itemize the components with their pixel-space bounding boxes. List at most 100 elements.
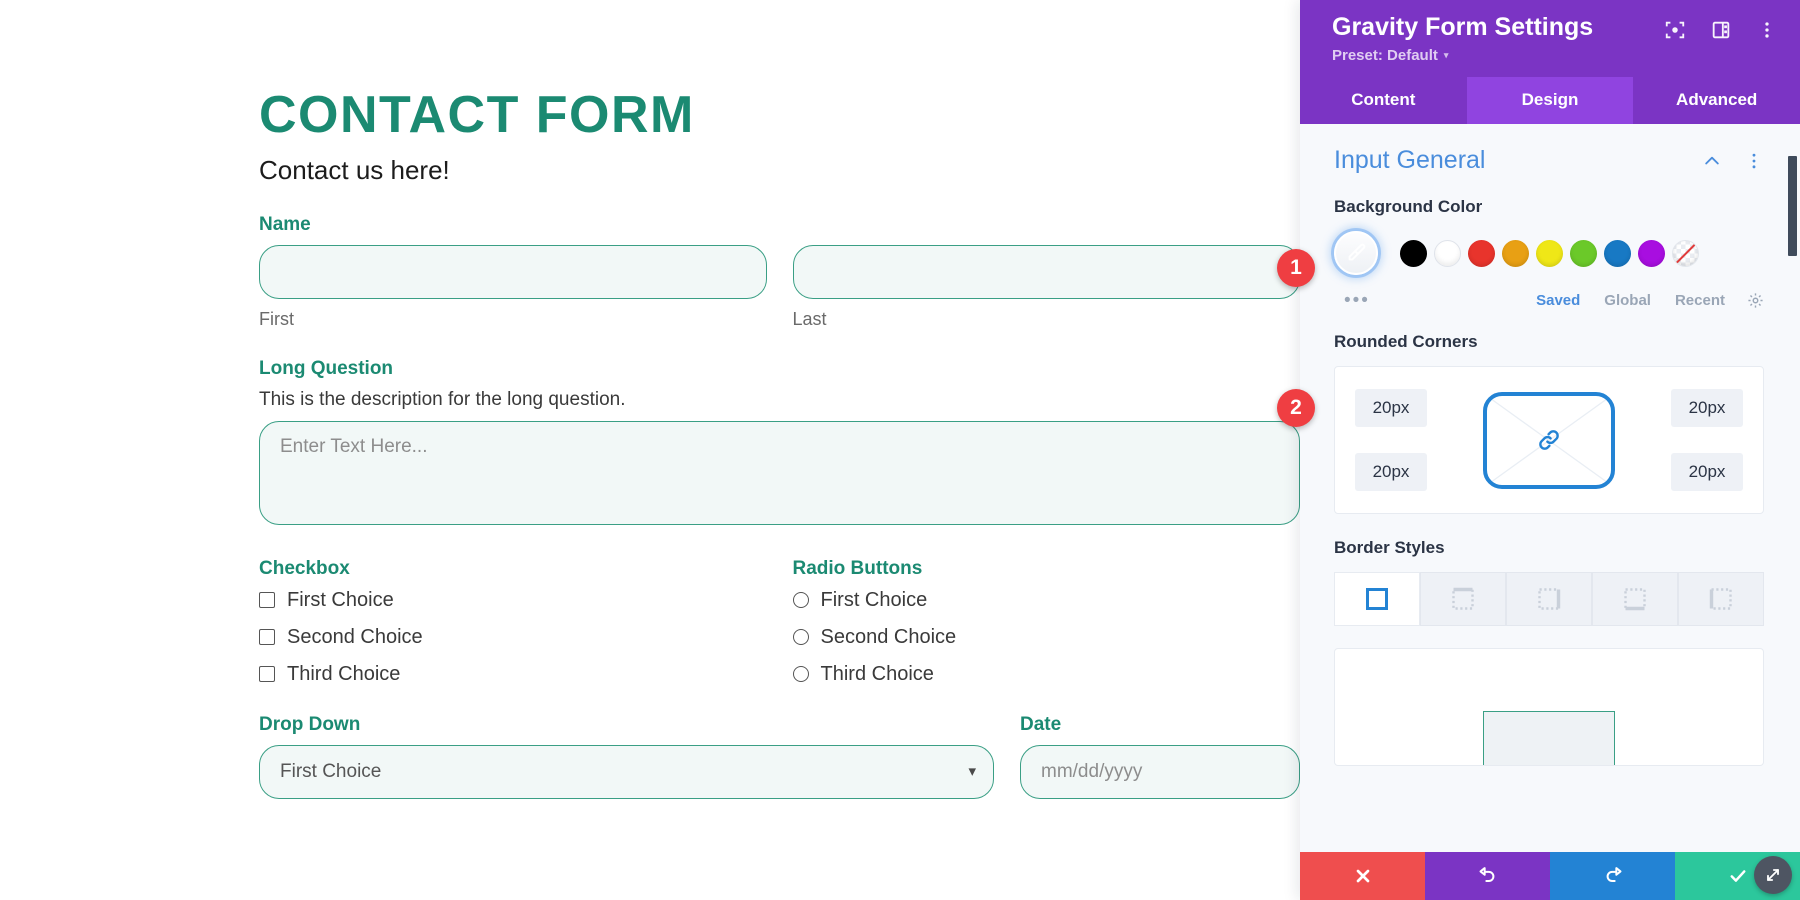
top-border-icon	[1452, 588, 1474, 610]
border-styles-label: Border Styles	[1334, 538, 1445, 558]
border-style-right[interactable]	[1506, 572, 1592, 627]
last-name-input[interactable]	[792, 244, 1300, 299]
field-name: Name First Last	[259, 214, 1300, 330]
panel-tabs: Content Design Advanced	[1300, 77, 1800, 125]
field-label-name: Name	[259, 213, 311, 235]
undo-button[interactable]	[1425, 852, 1550, 900]
swatch-green[interactable]	[1570, 239, 1597, 267]
palette-tab-saved[interactable]: Saved	[1536, 292, 1580, 309]
tab-design[interactable]: Design	[1466, 77, 1634, 125]
corner-bottom-left-input[interactable]: 20px	[1355, 453, 1427, 492]
border-style-bottom[interactable]	[1592, 572, 1678, 627]
radio-option[interactable]: Second Choice	[792, 625, 1301, 649]
redo-button[interactable]	[1550, 852, 1675, 900]
field-long-question: Long Question This is the description fo…	[259, 358, 1300, 530]
first-name-input[interactable]	[259, 244, 767, 299]
callout-badge-2: 2	[1277, 389, 1315, 427]
undo-icon	[1479, 867, 1494, 882]
checkbox-option-label: Second Choice	[287, 625, 423, 648]
date-input[interactable]	[1020, 744, 1300, 799]
long-question-textarea[interactable]	[259, 420, 1300, 525]
corner-link-visual[interactable]	[1483, 391, 1615, 489]
checkbox-icon[interactable]	[259, 629, 275, 646]
palette-tab-recent[interactable]: Recent	[1675, 292, 1725, 309]
link-icon[interactable]	[1536, 427, 1562, 453]
border-style-all[interactable]	[1334, 572, 1420, 627]
swatch-red[interactable]	[1468, 239, 1495, 267]
checkbox-option[interactable]: Second Choice	[259, 626, 767, 649]
checkbox-option-label: First Choice	[287, 588, 394, 611]
swatch-orange[interactable]	[1502, 239, 1529, 267]
panel-scrollbar[interactable]	[1788, 124, 1797, 852]
swatch-purple[interactable]	[1638, 239, 1665, 267]
border-styles-control	[1334, 572, 1764, 627]
border-style-top[interactable]	[1420, 572, 1506, 627]
palette-tab-global[interactable]: Global	[1604, 292, 1651, 309]
swatch-yellow[interactable]	[1536, 239, 1563, 267]
corner-top-right-input[interactable]: 20px	[1671, 389, 1743, 428]
more-vertical-icon[interactable]	[1756, 19, 1778, 41]
check-icon	[1730, 870, 1745, 882]
corner-bottom-right-input[interactable]: 20px	[1671, 453, 1743, 492]
first-name-sublabel: First	[259, 308, 294, 329]
field-label-checkbox: Checkbox	[259, 557, 350, 579]
all-borders-icon	[1366, 588, 1388, 611]
panel-scrollbar-thumb[interactable]	[1788, 156, 1797, 257]
radio-icon[interactable]	[792, 629, 809, 646]
panel-body: Input General Background Color ••• Saved…	[1300, 124, 1800, 852]
background-color-label: Background Color	[1334, 197, 1483, 217]
focus-target-icon[interactable]	[1664, 19, 1686, 41]
field-date: Date	[1020, 714, 1300, 799]
preset-selector[interactable]: Preset: Default ▾	[1332, 47, 1448, 64]
gear-icon[interactable]	[1747, 292, 1764, 309]
panel-action-bar	[1300, 852, 1800, 900]
split-layout-icon[interactable]	[1710, 19, 1732, 41]
color-swatch-row	[1334, 231, 1764, 276]
radio-option-label: First Choice	[820, 588, 928, 611]
checkbox-icon[interactable]	[259, 666, 275, 683]
swatch-white[interactable]	[1434, 239, 1461, 267]
swatch-blue[interactable]	[1604, 239, 1631, 267]
panel-header: Gravity Form Settings Preset: Default ▾	[1300, 0, 1800, 78]
radio-icon[interactable]	[792, 592, 809, 609]
last-name-sublabel: Last	[792, 308, 827, 329]
swatch-black[interactable]	[1400, 239, 1427, 267]
radio-icon[interactable]	[792, 666, 809, 683]
radio-option[interactable]: Third Choice	[792, 663, 1301, 686]
section-input-general-header: Input General	[1334, 146, 1764, 175]
rounded-corners-control: 20px 20px 20px 20px	[1334, 366, 1764, 515]
left-border-icon	[1709, 588, 1732, 610]
resize-handle[interactable]	[1754, 856, 1792, 894]
choice-fields-row: Checkbox First Choice Second Choice Thir…	[259, 558, 1300, 686]
color-palette-meta: ••• Saved Global Recent	[1334, 291, 1764, 310]
bottom-border-icon	[1624, 588, 1646, 611]
preset-label: Preset: Default	[1332, 47, 1438, 65]
screen-root: CONTACT FORM Contact us here! Name First…	[0, 0, 1800, 900]
more-vertical-icon[interactable]	[1744, 151, 1764, 171]
more-swatches-button[interactable]: •••	[1344, 291, 1512, 310]
dropdown-select[interactable]	[259, 744, 994, 799]
resize-diagonal-icon	[1767, 869, 1779, 881]
field-label-date: Date	[1020, 713, 1062, 735]
tab-content[interactable]: Content	[1300, 77, 1467, 124]
swatch-transparent[interactable]	[1672, 239, 1699, 267]
checkbox-icon[interactable]	[259, 592, 275, 609]
tab-advanced[interactable]: Advanced	[1633, 77, 1800, 124]
radio-option-label: Second Choice	[820, 625, 957, 648]
section-title: Input General	[1334, 146, 1486, 175]
checkbox-option[interactable]: Third Choice	[259, 663, 767, 686]
chevron-down-icon: ▾	[1443, 50, 1449, 61]
border-preview	[1334, 648, 1764, 767]
eyedropper-icon[interactable]	[1334, 231, 1378, 276]
radio-option[interactable]: First Choice	[792, 588, 1301, 612]
settings-panel: Gravity Form Settings Preset: Default ▾	[1300, 0, 1800, 900]
cancel-button[interactable]	[1300, 852, 1425, 900]
callout-badge-1: 1	[1277, 249, 1315, 287]
corner-top-left-input[interactable]: 20px	[1355, 389, 1427, 428]
chevron-up-icon[interactable]	[1702, 151, 1722, 171]
dropdown-date-row: Drop Down ▾ Date	[259, 714, 1300, 799]
border-style-left[interactable]	[1678, 572, 1764, 627]
field-label-long-question: Long Question	[259, 357, 394, 379]
redo-icon	[1606, 867, 1621, 882]
checkbox-option[interactable]: First Choice	[259, 589, 767, 612]
